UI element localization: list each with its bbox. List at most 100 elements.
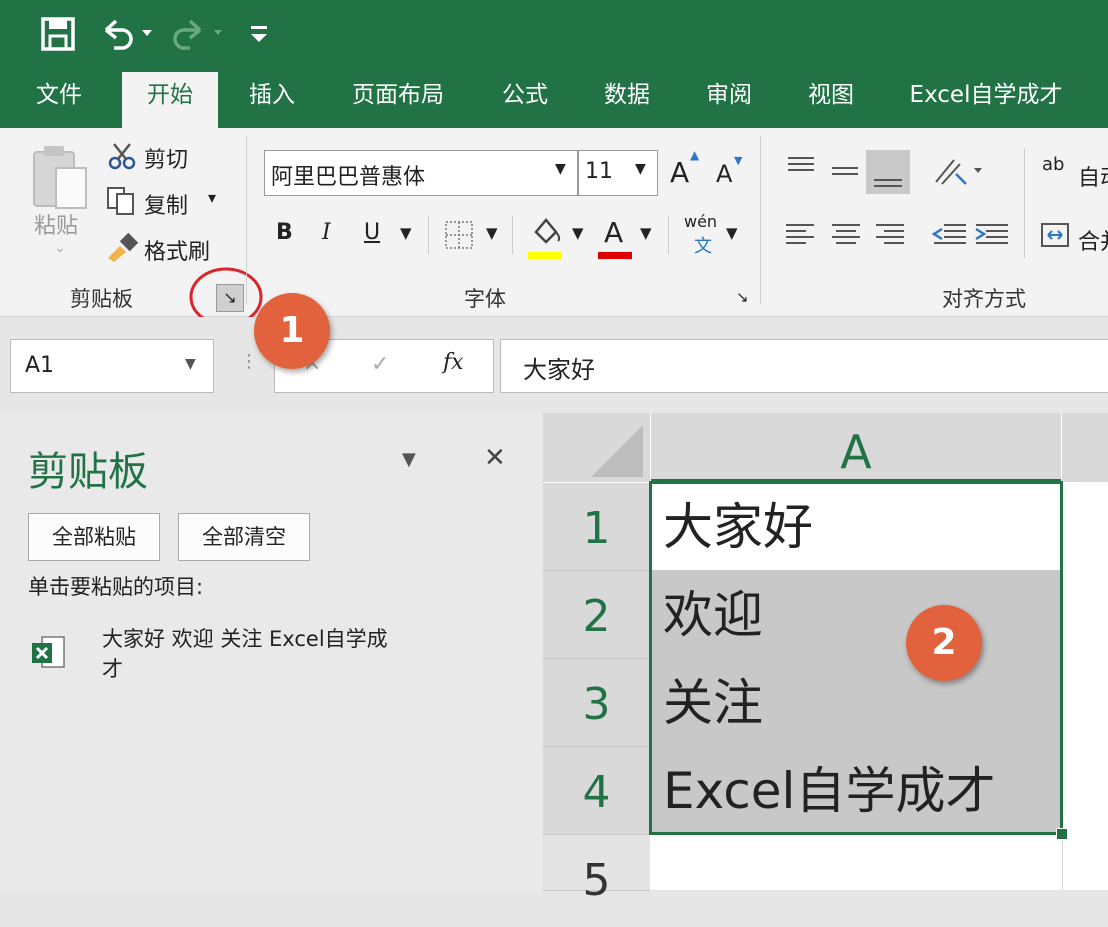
tab-formulas[interactable]: 公式 — [484, 72, 566, 128]
scissors-icon — [108, 143, 136, 170]
row-header-1[interactable]: 1 — [543, 483, 653, 571]
font-group-title: 字体 — [464, 287, 506, 311]
font-size-value: 11 — [585, 159, 613, 184]
grow-font-button[interactable]: A — [670, 156, 689, 189]
merge-center-button[interactable]: 合并 — [1078, 224, 1108, 256]
orientation-icon[interactable] — [932, 154, 988, 190]
column-b-cells[interactable] — [1062, 483, 1108, 890]
cut-button[interactable]: 剪切 — [144, 142, 188, 174]
underline-dropdown-icon[interactable]: ▼ — [400, 224, 412, 242]
fill-color-dropdown-icon[interactable]: ▼ — [572, 224, 584, 242]
align-separator — [1024, 148, 1025, 258]
excel-file-icon — [32, 636, 65, 668]
font-separator — [512, 216, 513, 254]
wrap-text-button[interactable]: 自动 — [1078, 160, 1108, 192]
shrink-font-button[interactable]: A — [716, 160, 732, 188]
italic-button[interactable]: I — [322, 220, 331, 245]
row-header-3[interactable]: 3 — [543, 659, 653, 747]
step-badge-1: 1 — [254, 293, 330, 369]
copy-button[interactable]: 复制 — [144, 188, 188, 220]
font-dialog-launcher-icon[interactable]: ↘ — [736, 288, 749, 306]
pane-title: 剪贴板 — [28, 449, 148, 495]
tab-view[interactable]: 视图 — [790, 72, 872, 128]
tab-data[interactable]: 数据 — [586, 72, 668, 128]
horizontal-align-icons[interactable] — [784, 220, 914, 250]
alignment-group-title: 对齐方式 — [942, 287, 1026, 311]
name-box[interactable]: A1 ▼ — [10, 339, 214, 393]
font-size-dropdown-icon[interactable]: ▼ — [635, 161, 646, 177]
clipboard-item-line1[interactable]: 大家好 欢迎 关注 Excel自学成 — [102, 623, 388, 653]
undo-icon[interactable] — [100, 16, 156, 52]
title-bar — [0, 0, 1108, 72]
enter-icon[interactable]: ✓ — [371, 352, 389, 377]
font-color-button[interactable]: A — [604, 216, 623, 249]
phonetic-guide-button[interactable]: wén — [684, 212, 717, 231]
underline-button[interactable]: U — [364, 220, 380, 245]
font-name-box[interactable]: 阿里巴巴普惠体 ▼ — [264, 150, 578, 196]
row-header-5[interactable]: 5 — [543, 835, 650, 906]
phonetic-dropdown-icon[interactable]: ▼ — [726, 224, 738, 242]
copy-dropdown-icon[interactable]: ▾ — [208, 188, 216, 207]
ribbon-tab-bar: 文件 开始 插入 页面布局 公式 数据 审阅 视图 Excel自学成才 — [0, 72, 1108, 128]
merge-icon — [1041, 223, 1069, 247]
row-header-2[interactable]: 2 — [543, 571, 653, 659]
tab-excel-self-study[interactable]: Excel自学成才 — [896, 72, 1076, 128]
fill-color-icon[interactable] — [528, 214, 564, 254]
font-name-dropdown-icon[interactable]: ▼ — [555, 161, 566, 177]
font-size-box[interactable]: 11 ▼ — [578, 150, 658, 196]
formula-input[interactable]: 大家好 — [500, 339, 1108, 393]
font-color-dropdown-icon[interactable]: ▼ — [640, 224, 652, 242]
fill-handle[interactable] — [1056, 828, 1068, 840]
format-painter-button[interactable]: 格式刷 — [144, 234, 210, 266]
indent-icons[interactable] — [932, 220, 1012, 250]
copy-icon — [107, 187, 134, 215]
step-badge-2: 2 — [906, 605, 982, 681]
wrap-text-icon: ab — [1042, 154, 1065, 175]
border-icon[interactable] — [444, 220, 474, 250]
group-separator — [246, 136, 247, 304]
customize-qat-icon[interactable] — [248, 22, 270, 46]
clear-all-button[interactable]: 全部清空 — [178, 513, 310, 561]
vertical-align-icons[interactable] — [784, 150, 914, 196]
close-icon[interactable]: ✕ — [484, 443, 506, 473]
save-icon[interactable] — [40, 16, 76, 52]
font-separator — [428, 216, 429, 254]
paste-all-button[interactable]: 全部粘贴 — [28, 513, 160, 561]
cell-a5[interactable] — [651, 835, 1061, 890]
clipboard-group-title: 剪贴板 — [70, 287, 133, 311]
redo-icon[interactable] — [170, 16, 226, 52]
ribbon: 粘贴 ⌄ 剪切 复制 ▾ 格式刷 剪贴板 ↘ 阿里巴巴普惠体 ▼ 11 ▼ A … — [0, 128, 1108, 327]
formula-content: 大家好 — [523, 356, 595, 384]
formula-bar-grip-icon[interactable]: ⋮ — [240, 351, 258, 372]
pane-options-dropdown-icon[interactable]: ▼ — [402, 449, 416, 470]
insert-function-button[interactable]: fx — [443, 350, 464, 375]
name-box-value: A1 — [25, 353, 55, 378]
phonetic-guide-char: 文 — [694, 236, 712, 257]
format-painter-icon — [108, 232, 139, 262]
font-separator — [668, 216, 669, 254]
tab-page-layout[interactable]: 页面布局 — [336, 72, 460, 128]
clipboard-item-line2[interactable]: 才 — [102, 653, 123, 683]
column-header-a[interactable]: A — [651, 413, 1061, 482]
selection-border — [649, 481, 1063, 835]
paste-dropdown-icon[interactable]: ⌄ — [54, 240, 66, 256]
formula-bar-area: A1 ▼ ⋮ ✕ ✓ fx 大家好 — [0, 317, 1108, 413]
paste-label[interactable]: 粘贴 — [34, 208, 78, 240]
worksheet-grid: A 1 2 3 4 5 大家好 欢迎 关注 Excel自学成才 — [543, 413, 1108, 906]
tab-insert[interactable]: 插入 — [230, 72, 314, 128]
select-all-corner[interactable] — [543, 413, 650, 482]
font-color-swatch — [598, 252, 632, 259]
tab-home[interactable]: 开始 — [122, 72, 218, 128]
name-box-dropdown-icon[interactable]: ▼ — [185, 356, 196, 372]
pane-instruction: 单击要粘贴的项目: — [28, 575, 204, 599]
fill-color-swatch — [528, 252, 562, 259]
paste-icon[interactable] — [30, 142, 92, 212]
group-separator — [760, 136, 761, 304]
border-dropdown-icon[interactable]: ▼ — [486, 224, 498, 242]
row-header-4[interactable]: 4 — [543, 747, 653, 835]
tab-review[interactable]: 审阅 — [688, 72, 770, 128]
column-header-b[interactable] — [1062, 413, 1108, 482]
bold-button[interactable]: B — [276, 220, 293, 245]
tab-file[interactable]: 文件 — [14, 72, 104, 128]
clipboard-pane: 剪贴板 ▼ ✕ 全部粘贴 全部清空 单击要粘贴的项目: 大家好 欢迎 关注 Ex… — [0, 413, 542, 890]
